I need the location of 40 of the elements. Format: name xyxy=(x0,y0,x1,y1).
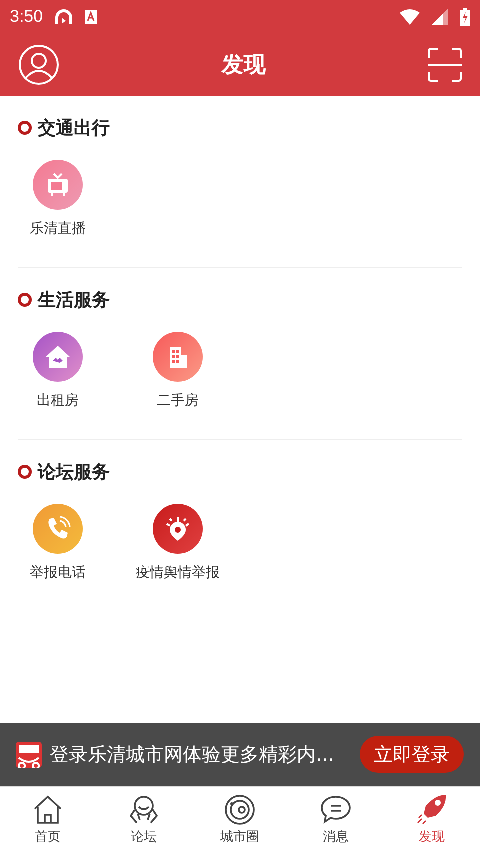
bullet-icon xyxy=(18,121,32,135)
rocket-icon xyxy=(416,794,448,826)
nav-tab[interactable]: 消息 xyxy=(288,787,384,852)
section-title: 论坛服务 xyxy=(38,461,110,484)
keyboard-icon xyxy=(85,10,98,24)
nav-tab[interactable]: 论坛 xyxy=(96,787,192,852)
headphones-icon xyxy=(55,9,74,25)
service-item[interactable]: 乐清直播 xyxy=(0,160,118,267)
scan-button[interactable] xyxy=(428,48,462,82)
user-icon xyxy=(18,44,60,86)
nav-tab[interactable]: 首页 xyxy=(0,787,96,852)
section-title: 交通出行 xyxy=(38,117,110,140)
bullet-icon xyxy=(18,293,32,307)
service-item[interactable]: 疫情舆情举报 xyxy=(118,504,238,611)
nav-tab[interactable]: 城市圈 xyxy=(192,787,288,852)
service-item[interactable]: 二手房 xyxy=(118,332,238,439)
bullet-icon xyxy=(18,465,32,479)
service-item[interactable]: 举报电话 xyxy=(0,504,118,611)
banner-text: 登录乐清城市网体验更多精彩内... xyxy=(50,742,336,768)
page-title: 发现 xyxy=(222,52,266,80)
section-title: 生活服务 xyxy=(38,289,110,312)
status-time: 3:50 xyxy=(10,7,44,27)
nav-tab[interactable]: 发现 xyxy=(384,787,480,852)
service-item[interactable]: 出租房 xyxy=(0,332,118,439)
planet-icon xyxy=(224,794,256,826)
wifi-icon xyxy=(400,9,420,25)
people-icon xyxy=(128,794,160,826)
signal-icon xyxy=(432,9,448,25)
logo-icon xyxy=(16,742,42,768)
tv-icon xyxy=(33,160,83,210)
scan-icon xyxy=(428,48,462,82)
house-icon xyxy=(33,332,83,382)
profile-button[interactable] xyxy=(18,44,60,86)
battery-icon xyxy=(460,8,470,26)
home-icon xyxy=(32,794,64,826)
building-icon xyxy=(153,332,203,382)
login-button[interactable]: 立即登录 xyxy=(360,736,464,773)
phone-icon xyxy=(33,504,83,554)
chat-icon xyxy=(320,794,352,826)
location-pin-icon xyxy=(153,504,203,554)
